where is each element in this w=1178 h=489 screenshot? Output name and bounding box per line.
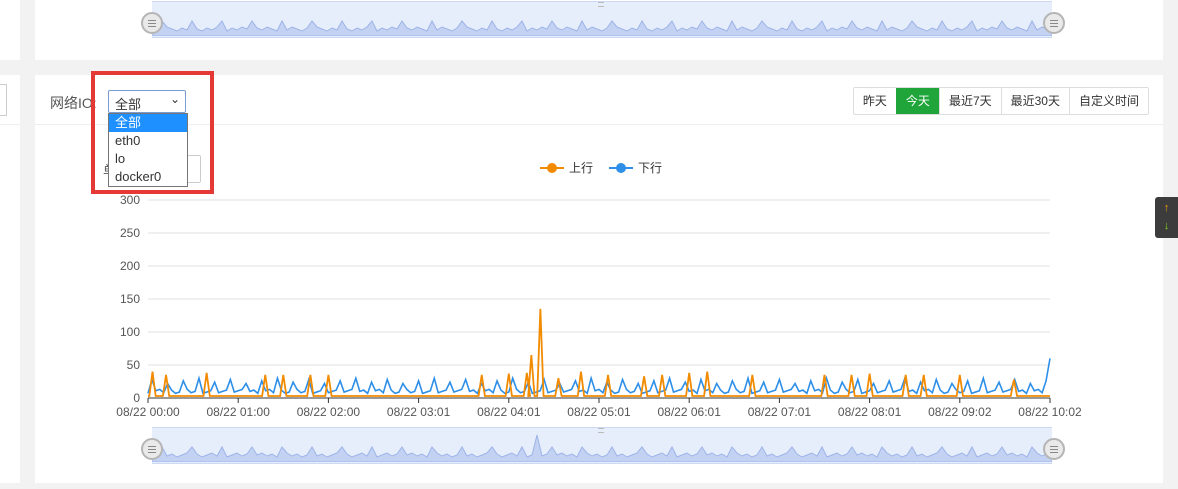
download-legend-icon	[609, 162, 634, 174]
btn-last-30-days[interactable]: 最近30天	[1000, 88, 1069, 114]
floating-network-tool[interactable]: ↑ ↓	[1155, 197, 1178, 238]
top-zoom-right-handle[interactable]	[1043, 12, 1065, 34]
upload-legend-icon	[540, 162, 564, 174]
btn-custom-time[interactable]: 自定义时间	[1068, 88, 1148, 114]
time-range-buttons: 昨天 今天 最近7天 最近30天 自定义时间	[852, 87, 1149, 115]
bottom-zoom-grip[interactable]	[598, 428, 604, 433]
legend-label-upload: 上行	[569, 161, 594, 175]
btn-today[interactable]: 今天	[895, 88, 939, 114]
left-panel-input[interactable]	[0, 84, 7, 116]
download-arrow-icon: ↓	[1163, 220, 1170, 232]
bottom-zoom-right-handle[interactable]	[1043, 438, 1065, 460]
legend-item-download[interactable]: 下行	[609, 159, 662, 176]
btn-yesterday[interactable]: 昨天	[854, 88, 896, 114]
legend-item-upload[interactable]: 上行	[540, 159, 593, 176]
legend-label-download: 下行	[638, 161, 663, 175]
chart-legend: 上行 下行	[540, 159, 662, 176]
btn-last-7-days[interactable]: 最近7天	[938, 88, 1001, 114]
top-zoom-left-handle[interactable]	[141, 12, 163, 34]
network-io-label: 网络IO:	[50, 95, 97, 111]
top-zoom-grip[interactable]	[598, 2, 604, 7]
bottom-zoom-left-handle[interactable]	[141, 438, 163, 460]
upload-arrow-icon: ↑	[1163, 202, 1170, 214]
left-panel-main	[0, 75, 20, 483]
left-panel-top	[0, 0, 20, 60]
left-panel-divider	[0, 124, 20, 125]
highlight-box	[91, 71, 214, 194]
